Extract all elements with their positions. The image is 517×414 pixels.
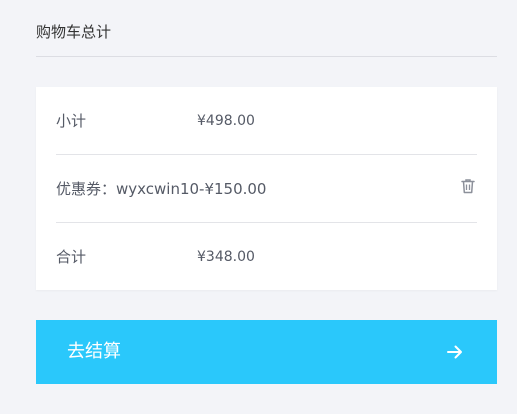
checkout-button[interactable]: 去结算	[36, 320, 497, 384]
coupon-label: 优惠券：wyxcwin10-¥150.00	[56, 180, 267, 198]
subtotal-row: 小计 ¥498.00	[56, 87, 477, 154]
total-row: 合计 ¥348.00	[56, 223, 477, 290]
coupon-row: 优惠券：wyxcwin10-¥150.00	[56, 155, 477, 222]
total-value: ¥348.00	[197, 249, 255, 265]
cart-totals-title: 购物车总计	[36, 23, 112, 41]
totals-card: 小计 ¥498.00 优惠券：wyxcwin10-¥150.00 合计 ¥348…	[36, 87, 497, 290]
total-label: 合计	[56, 248, 87, 266]
arrow-right-icon	[446, 343, 464, 361]
title-divider	[36, 56, 497, 57]
subtotal-value: ¥498.00	[197, 113, 255, 129]
trash-icon[interactable]	[459, 177, 477, 195]
checkout-label: 去结算	[67, 341, 121, 362]
subtotal-label: 小计	[56, 112, 87, 130]
